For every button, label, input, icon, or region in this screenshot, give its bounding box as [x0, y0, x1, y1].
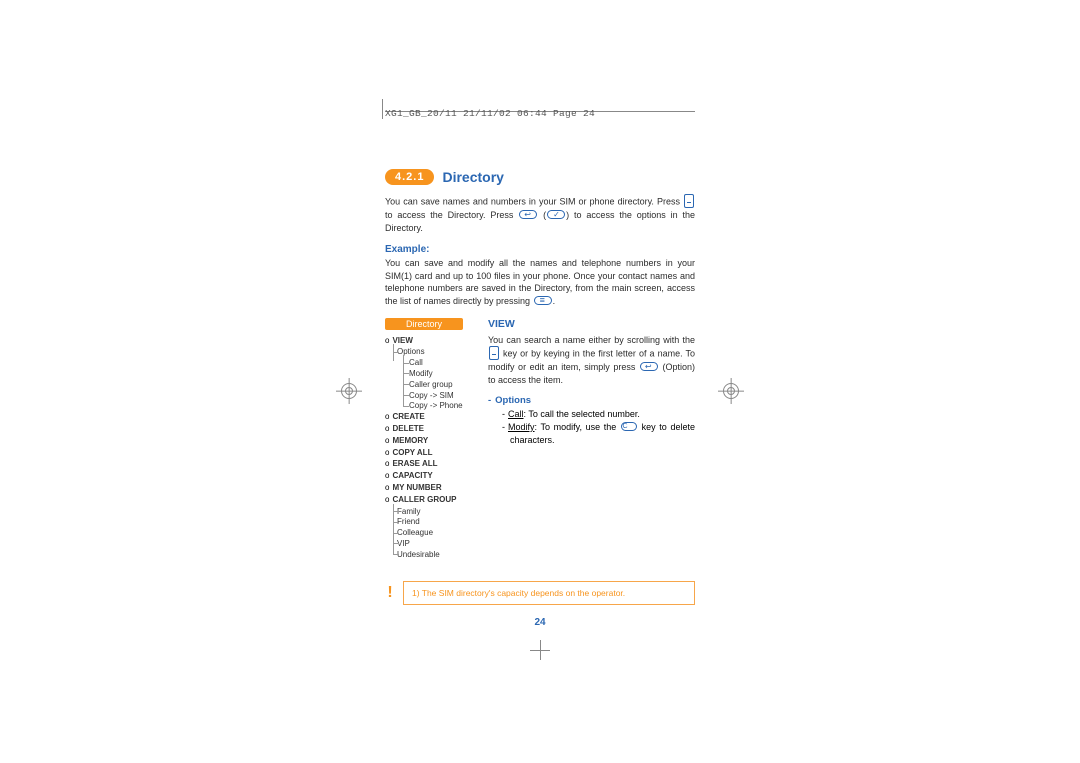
- example-paragraph: You can save and modify all the names an…: [385, 257, 695, 307]
- section-number-pill: 4.2.1: [385, 169, 434, 185]
- intro-text-a: You can save names and numbers in your S…: [385, 196, 680, 206]
- footnote-box: 1) The SIM directory's capacity depends …: [403, 581, 695, 605]
- tree-item: Colleague: [385, 528, 480, 539]
- intro-text-b: to access the Directory. Press: [385, 210, 513, 220]
- tree-item: oCOPY ALL: [385, 448, 480, 459]
- tree-item: Copy -> SIM: [385, 391, 480, 402]
- menu-key-icon: [534, 296, 552, 305]
- directory-tab: Directory: [385, 318, 463, 330]
- intro-paragraph: You can save names and numbers in your S…: [385, 195, 695, 234]
- registration-mark-left: [336, 378, 362, 404]
- tree-item: oMEMORY: [385, 436, 480, 447]
- tree-item: oCAPACITY: [385, 471, 480, 482]
- nav-key-icon: [684, 194, 694, 208]
- section-header: 4.2.1 Directory: [385, 169, 695, 185]
- intro-text-c: (: [543, 210, 546, 220]
- footnote-row: ! 1) The SIM directory's capacity depend…: [385, 581, 695, 605]
- softkey-icon: [640, 362, 658, 371]
- view-text-a: You can search a name either by scrollin…: [488, 335, 695, 345]
- page-number: 24: [385, 617, 695, 628]
- tree-item: oERASE ALL: [385, 459, 480, 470]
- modify-text-a: : To modify, use the: [535, 422, 617, 432]
- tree-item: Modify: [385, 369, 480, 380]
- tree-item: VIP: [385, 539, 480, 550]
- tree-item: oCALLER GROUP: [385, 495, 480, 506]
- description-column: VIEW You can search a name either by scr…: [480, 318, 695, 561]
- crop-mark-bottom: [530, 640, 550, 660]
- options-label: Options: [495, 395, 531, 406]
- tree-item: Options: [385, 347, 480, 358]
- view-body: You can search a name either by scrollin…: [488, 334, 695, 387]
- option-call: -Call: To call the selected number.: [502, 408, 695, 421]
- modify-label: Modify: [508, 422, 535, 432]
- section-title: Directory: [442, 169, 503, 185]
- call-text: : To call the selected number.: [524, 409, 640, 419]
- ok-key-icon: [547, 210, 565, 219]
- nav-key-icon: [489, 346, 499, 360]
- header-tick: [382, 99, 383, 119]
- print-header: XG1_GB_20/11 21/11/02 06:44 Page 24: [385, 108, 695, 119]
- tree-item: Friend: [385, 517, 480, 528]
- options-list: -Call: To call the selected number. -Mod…: [488, 408, 695, 447]
- manual-page: XG1_GB_20/11 21/11/02 06:44 Page 24 4.2.…: [385, 108, 695, 628]
- example-heading: Example:: [385, 244, 695, 255]
- tree-item: oMY NUMBER: [385, 483, 480, 494]
- tree-item: oVIEW: [385, 336, 480, 347]
- clear-key-icon: C: [621, 422, 637, 431]
- tree-item: oCREATE: [385, 412, 480, 423]
- tree-item: Caller group: [385, 380, 480, 391]
- registration-mark-right: [718, 378, 744, 404]
- call-label: Call: [508, 409, 524, 419]
- tree-item: Copy -> Phone: [385, 401, 480, 412]
- tree-item: Family: [385, 507, 480, 518]
- view-heading: VIEW: [488, 318, 695, 330]
- options-heading: -Options: [488, 395, 695, 406]
- attention-icon: !: [385, 584, 395, 602]
- menu-tree: oVIEWOptionsCallModifyCaller groupCopy -…: [385, 336, 480, 561]
- tree-item: Call: [385, 358, 480, 369]
- two-column-block: Directory oVIEWOptionsCallModifyCaller g…: [385, 318, 695, 561]
- tree-item: Undesirable: [385, 550, 480, 561]
- example-text-b: .: [553, 296, 556, 306]
- menu-tree-column: Directory oVIEWOptionsCallModifyCaller g…: [385, 318, 480, 561]
- tree-item: oDELETE: [385, 424, 480, 435]
- option-modify: -Modify: To modify, use the C key to del…: [502, 421, 695, 447]
- softkey-icon: [519, 210, 537, 219]
